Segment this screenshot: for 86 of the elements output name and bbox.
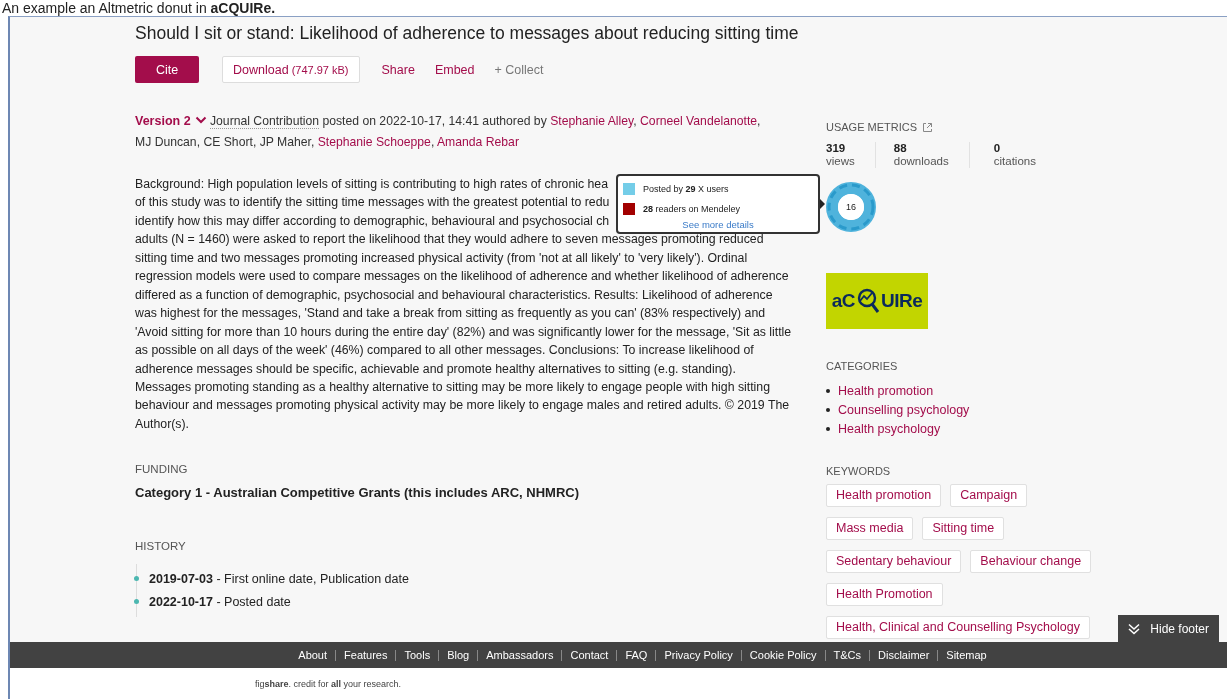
tooltip-pointer-icon <box>820 199 825 209</box>
footer-link[interactable]: Tools <box>404 649 431 661</box>
action-link[interactable]: Share <box>381 62 415 77</box>
footer-link[interactable]: Ambassadors <box>486 649 554 661</box>
timeline-dot-icon <box>134 599 139 605</box>
altmetric-score: 16 <box>845 201 857 214</box>
keyword-tag[interactable]: Sedentary behaviour <box>826 550 962 573</box>
abstract-line: adults (N = 1460) were asked to report the likelihood that they would adhere to seven messages promoting reduced <box>135 231 764 249</box>
section-heading: CATEGORIES <box>826 360 899 372</box>
altmetric-donut[interactable]: 16 <box>826 182 876 232</box>
metric-label: views <box>826 155 855 168</box>
category-link[interactable]: Counselling psychology <box>838 402 970 417</box>
section-heading: HISTORY <box>135 540 187 553</box>
abstract-line: 'Avoid sitting for more than 10 hours during the entire day' (82%) and was significantly lower for the message, 'Sit as little <box>135 323 792 341</box>
footer-link[interactable]: FAQ <box>625 649 648 661</box>
abstract-line: as possible on all days of the week' (46%) compared to all other messages. Conclusions: To increase likelihood of <box>135 342 754 360</box>
chevron-down-icon <box>194 116 207 124</box>
acquire-logo: aC UIRe <box>826 273 928 329</box>
keyword-tag[interactable]: Mass media <box>826 517 914 540</box>
keyword-tag[interactable]: Health Promotion <box>826 583 943 606</box>
action-button[interactable]: Cite <box>135 56 199 83</box>
abstract-line: behaviour and messages promoting physical activity may be more likely to engage males and retired adults. © 2019 The <box>135 397 790 415</box>
footer-link[interactable]: Disclaimer <box>878 649 930 661</box>
tooltip-text: 28 readers on Mendeley <box>643 204 741 214</box>
section-heading: FUNDING <box>135 463 189 476</box>
hide-footer-button[interactable]: Hide footer <box>1118 615 1219 643</box>
author-name: CE Short <box>203 135 253 149</box>
caption: An example an Altmetric donut in aCQUIRe. <box>1 0 277 16</box>
abstract-line: regression models were used to compare messages on the likelihood of adherence and whether likelihood of adherence <box>135 268 789 286</box>
author-name: JP Maher <box>259 135 311 149</box>
keyword-tag[interactable]: Health, Clinical and Counselling Psychology <box>826 616 1090 639</box>
abstract-line: Messages promoting standing as a healthy alternative to sitting may be more likely to engage people with high sitting <box>135 379 771 396</box>
keyword-tag[interactable]: Sitting time <box>922 517 1005 540</box>
donut-ring-drawing <box>826 182 876 232</box>
abstract-line: identify how this may differ according to demographic, behavioural and psychosocial ch <box>135 212 610 230</box>
metric-value: 319 <box>826 142 847 155</box>
category-link[interactable]: Health psychology <box>838 421 941 436</box>
footer-link[interactable]: Blog <box>447 649 470 661</box>
tooltip-text: Posted by 29 X users <box>643 184 729 194</box>
metric-value: 0 <box>993 142 1002 155</box>
author-link[interactable]: Stephanie Schoeppe <box>317 135 431 149</box>
keyword-tag[interactable]: Campaign <box>950 484 1028 507</box>
timeline-dot-icon <box>134 576 139 582</box>
footer-link[interactable]: About <box>298 649 328 661</box>
footer-link[interactable]: Features <box>344 649 388 661</box>
abstract-line: Background: High population levels of sitting is contributing to high rates of chronic hea <box>135 176 609 193</box>
history-entry: 2022-10-17 - Posted date <box>149 594 291 609</box>
magnifier-chart-icon <box>856 288 880 314</box>
metric-label: downloads <box>893 155 949 168</box>
see-more-link[interactable]: See more details <box>682 219 754 230</box>
bullet-icon <box>826 426 830 431</box>
abstract-line: differed as a function of demographic, psychosocial and behavioural characteristics. Results: Likelihood of adherence <box>135 286 773 304</box>
external-link-icon <box>922 121 934 133</box>
author-link[interactable]: Amanda Rebar <box>437 135 519 149</box>
author-link[interactable]: Corneel Vandelanotte <box>640 114 758 128</box>
footer-link[interactable]: Contact <box>570 649 609 661</box>
history-entry: 2019-07-03 - First online date, Publication date <box>149 571 409 586</box>
action-button[interactable]: Download (747.97 kB) <box>222 56 360 83</box>
metadata-line: Version 2 Journal Contribution posted on 2022-10-17, 14:41 authored by Stephanie Alley, Corneel Vandelanotte, MJ Duncan, CE Short, JP Maher, Stephanie Schoeppe, Amanda Rebar <box>135 113 762 151</box>
footer-link[interactable]: Sitemap <box>946 649 987 661</box>
metric-label: citations <box>993 155 1036 168</box>
section-heading: KEYWORDS <box>826 465 892 477</box>
footer-link[interactable]: Cookie Policy <box>749 649 817 661</box>
abstract-line: sitting time and two messages promoting increased physical activity (from 'not at all likely' to 'very likely'). Ordinal <box>135 249 748 267</box>
keyword-tag[interactable]: Behaviour change <box>970 550 1092 573</box>
bullet-icon <box>826 407 830 412</box>
abstract-line: Author(s). <box>135 415 189 433</box>
author-name: MJ Duncan <box>135 135 197 149</box>
keyword-tag[interactable]: Health promotion <box>826 484 942 507</box>
section-heading: USAGE METRICS <box>826 121 918 133</box>
abstract-line: was highest for the messages, 'Stand and take a break from sitting as frequently as you can' (83% respectively) and <box>135 305 766 323</box>
action-link[interactable]: + Collect <box>494 62 544 77</box>
funding-text: Category 1 - Australian Competitive Grants (this includes ARC, NHMRC) <box>135 485 580 501</box>
footer-link[interactable]: T&Cs <box>833 649 861 661</box>
abstract-line: adherence messages should be specific, achievable and promote healthy alternatives to sitting (e.g. standing). <box>135 360 736 378</box>
version-dropdown[interactable]: Version 2 <box>135 114 207 128</box>
abstract-line: of this study was to identify the sitting time messages with the greatest potential to redu <box>135 194 610 212</box>
double-chevron-down-icon <box>1128 623 1141 635</box>
article-title: Should I sit or stand: Likelihood of adherence to messages about reducing sitting time <box>135 22 800 44</box>
action-link[interactable]: Embed <box>434 62 475 77</box>
item-type-link[interactable]: Journal Contribution <box>210 114 320 129</box>
tagline: figshare. credit for all your research. <box>255 678 402 689</box>
footer-link[interactable]: Privacy Policy <box>664 649 733 661</box>
category-link[interactable]: Health promotion <box>838 383 934 398</box>
bullet-icon <box>826 388 830 393</box>
metric-value: 88 <box>893 142 908 155</box>
